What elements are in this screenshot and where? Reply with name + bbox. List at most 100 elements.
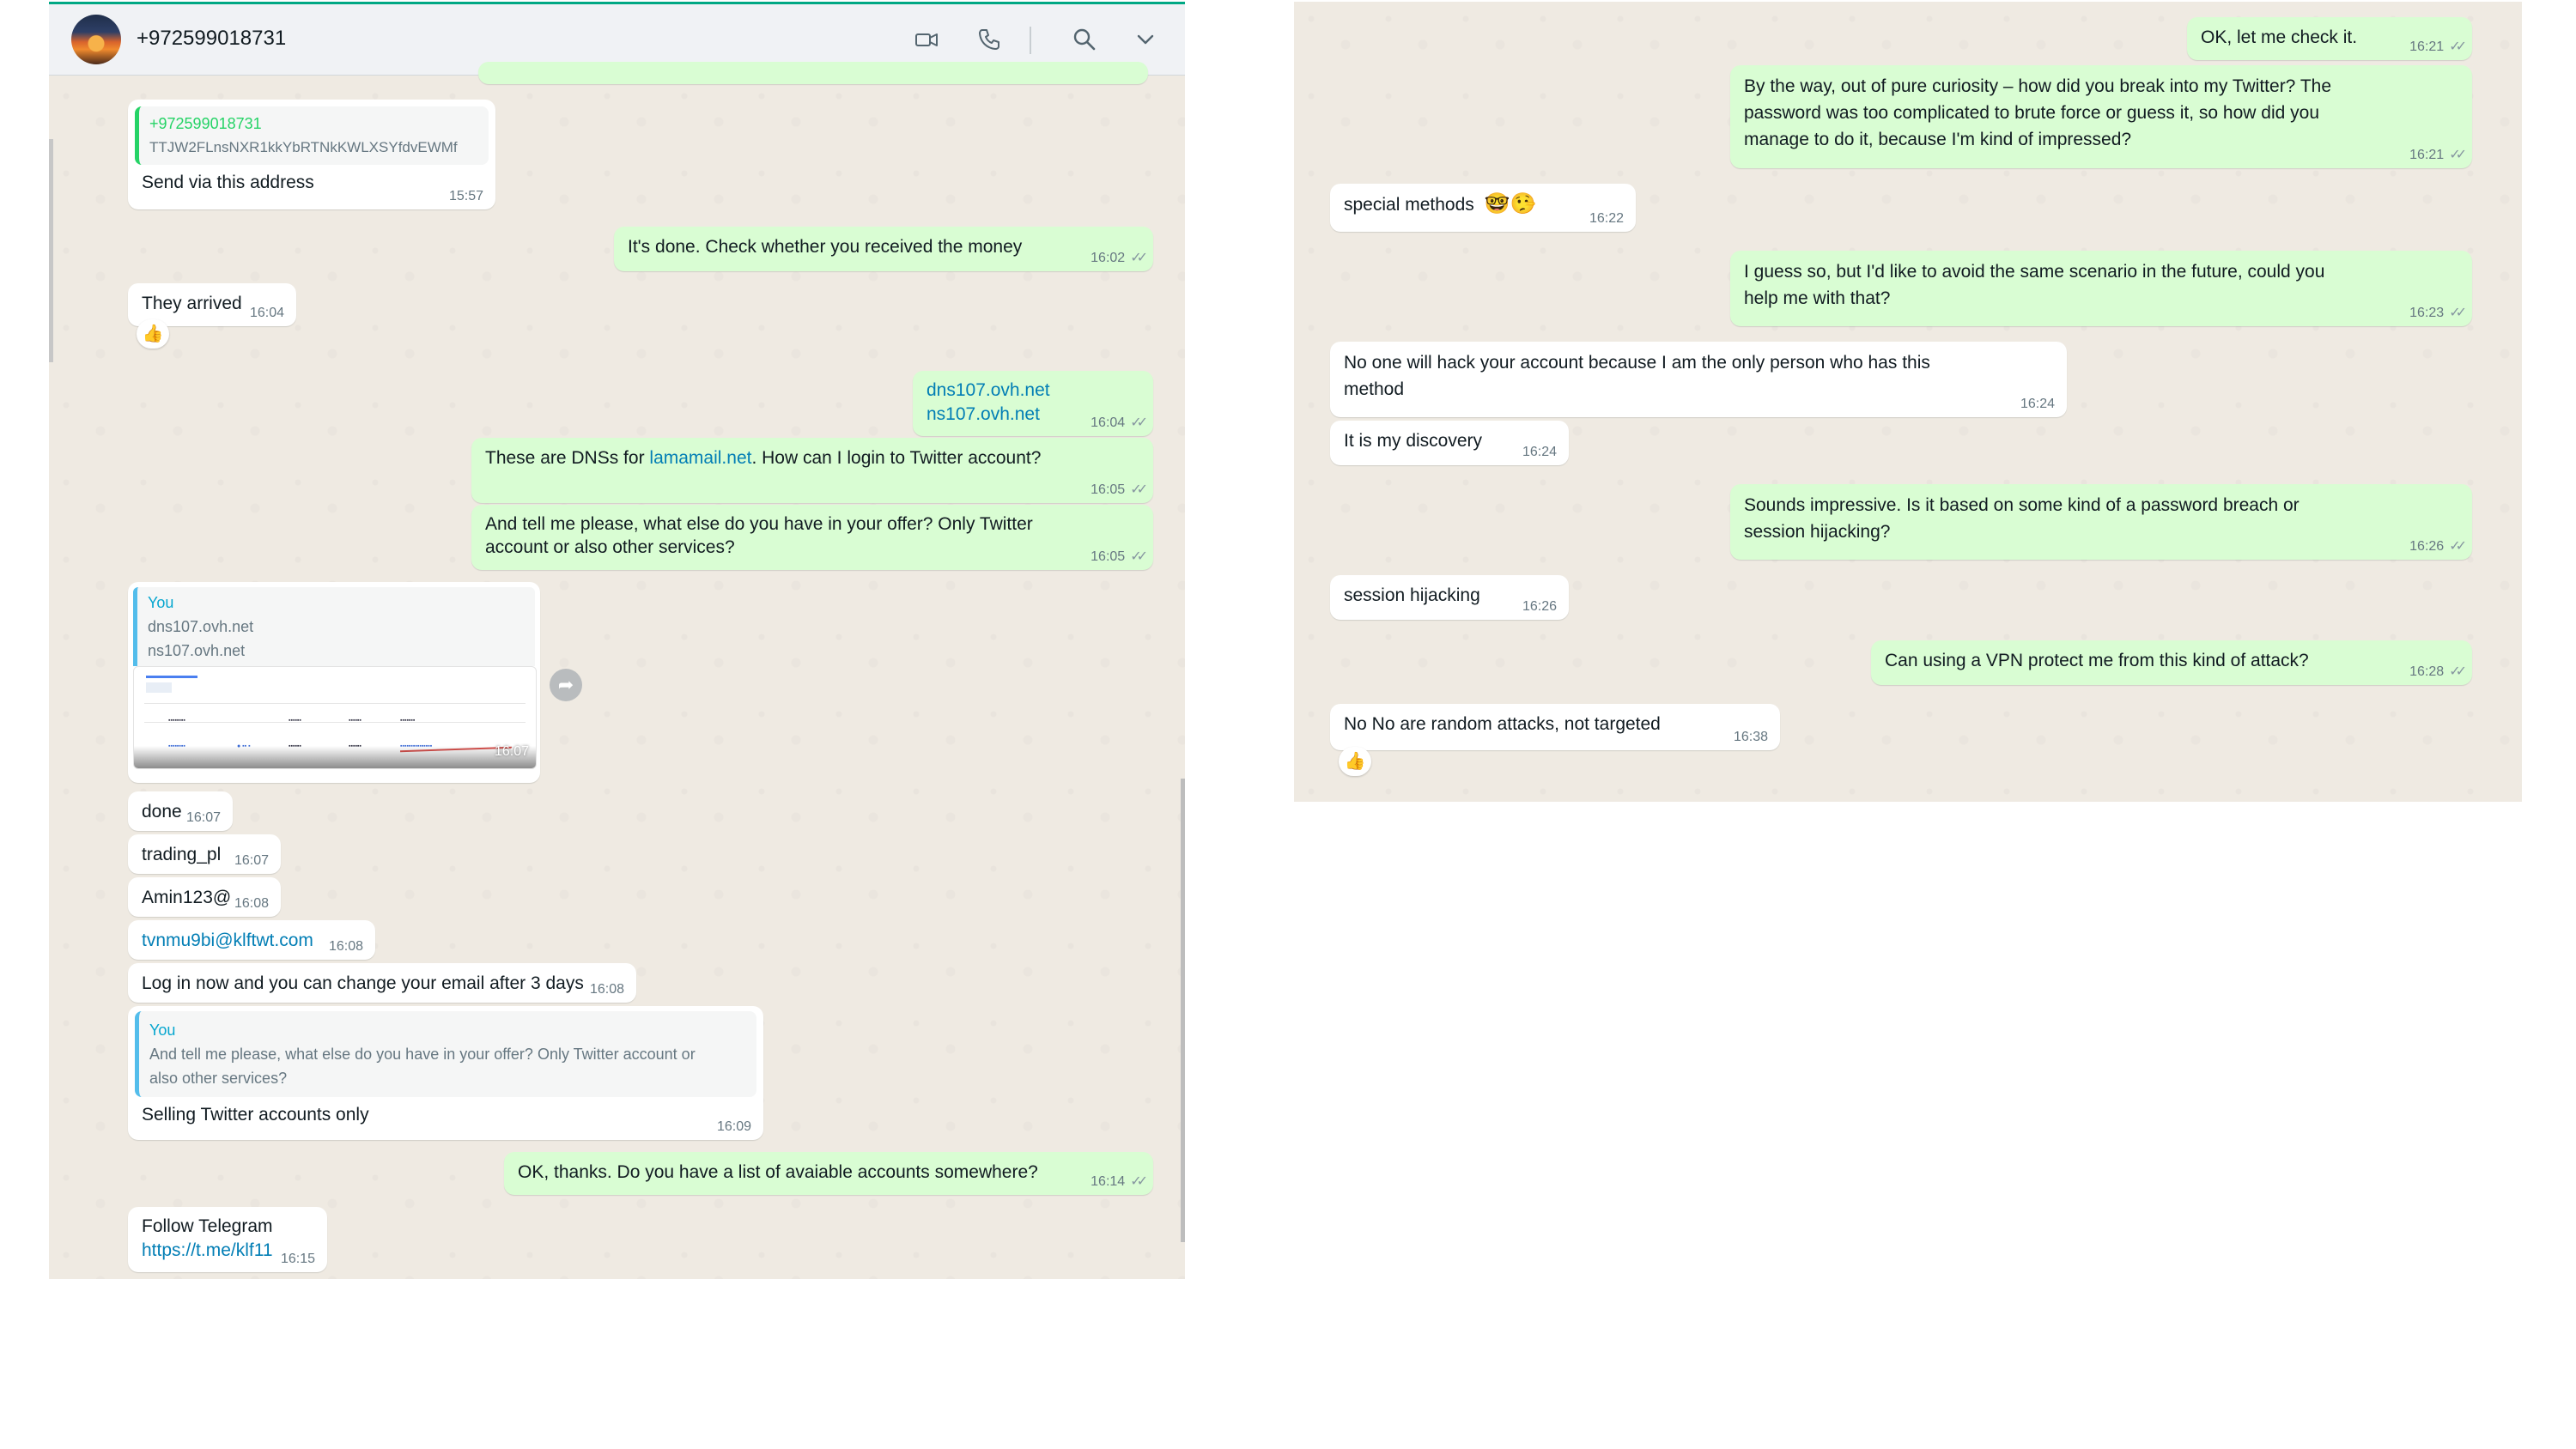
message-incoming[interactable]: trading_pl 16:07 [128,834,281,874]
message-text: Follow Telegram [142,1216,273,1236]
message-text: It is my discovery [1344,431,1483,451]
dns-link[interactable]: dns107.ovh.net [927,379,1139,403]
thumb-filter [146,682,172,693]
forward-arrow-icon[interactable]: ➦ [550,669,582,701]
chevron-down-icon[interactable] [1133,27,1158,52]
message-text: Amin123@ [142,888,232,907]
message-meta: 16:28 ✓✓ [2409,664,2467,680]
left-chat-panel: +972599018731 +972599018731 TTJW2FLnsNXR… [49,2,1185,1279]
message-text: trading_pl [142,845,222,864]
message-time: 16:28 [2409,664,2445,679]
quote-text: dns107.ovh.net [148,618,254,635]
message-time: 16:08 [589,982,624,997]
reaction-thumbs-up[interactable]: 👍 [1339,747,1371,776]
reaction-thumbs-up[interactable]: 👍 [137,319,169,349]
right-chat-panel: OK, let me check it. 16:21 ✓✓ By the way,… [1294,2,2522,802]
reply-quote[interactable]: +972599018731 TTJW2FLnsNXR1kkYbRTNkKWLXS… [135,106,489,165]
message-time: 16:26 [2409,539,2445,554]
phone-icon[interactable] [976,27,1002,52]
message-time: 16:07 [234,853,269,868]
message-outgoing[interactable]: OK, let me check it. 16:21 ✓✓ [2187,17,2472,60]
quote-sender: You [149,1022,176,1039]
double-check-icon: ✓✓ [1130,415,1148,430]
message-time: 16:09 [716,1119,751,1134]
message-outgoing[interactable]: OK, thanks. Do you have a list of avaiab… [504,1152,1153,1195]
message-incoming[interactable]: session hijacking 16:26 [1330,575,1569,620]
domain-link[interactable]: lamamail.net [649,448,751,468]
message-outgoing-partial[interactable] [478,62,1148,84]
header-divider [1030,27,1031,54]
contact-name[interactable]: +972599018731 [137,27,286,51]
message-time: 16:21 [2409,39,2445,54]
message-text: OK, thanks. Do you have a list of avaiab… [518,1162,1038,1182]
message-incoming[interactable]: You And tell me please, what else do you… [128,1006,763,1140]
message-incoming[interactable]: tvnmu9bi@klftwt.com 16:08 [128,920,375,960]
thumb-rule [144,703,526,704]
message-time: 16:08 [234,896,269,911]
message-outgoing[interactable]: These are DNSs for lamamail.net. How can… [471,438,1153,503]
message-outgoing[interactable]: By the way, out of pure curiosity – how … [1730,65,2472,168]
message-outgoing[interactable]: And tell me please, what else do you hav… [471,505,1153,570]
message-incoming[interactable]: done 16:07 [128,791,233,831]
quote-text: And tell me please, what else do you hav… [149,1046,696,1087]
quote-text: ns107.ovh.net [148,642,246,659]
message-time: 16:26 [1522,599,1557,614]
message-time: 16:14 [1091,1174,1126,1189]
message-incoming[interactable]: It is my discovery 16:24 [1330,421,1569,465]
double-check-icon: ✓✓ [2449,539,2467,554]
message-incoming-image[interactable]: You dns107.ovh.net ns107.ovh.net ▪▪▪▪▪▪▪… [128,582,540,783]
email-link[interactable]: tvnmu9bi@klftwt.com [142,931,313,950]
message-time: 16:07 [494,744,529,759]
avatar[interactable] [71,15,121,64]
message-outgoing[interactable]: Can using a VPN protect me from this kin… [1871,640,2472,685]
message-meta: 16:21 ✓✓ [2409,148,2467,163]
thumb-column-header: ▪▪▪▪▪▪▪▪ [168,718,185,724]
message-text: OK, let me check it. [2201,27,2358,47]
double-check-icon: ✓✓ [2449,306,2467,320]
message-time: 15:57 [448,189,483,203]
message-meta: 16:21 ✓✓ [2409,39,2467,55]
message-meta: 16:05 ✓✓ [1091,482,1148,498]
thumb-tab [146,676,197,678]
message-outgoing[interactable]: Sounds impressive. Is it based on some k… [1730,484,2472,560]
chat-scrollbar[interactable] [1181,779,1185,1242]
message-outgoing[interactable]: dns107.ovh.net ns107.ovh.net 16:04 ✓✓ [913,371,1153,436]
message-time: 16:15 [280,1252,315,1266]
message-text: It's done. Check whether you received th… [628,237,1023,257]
screenshot-thumbnail[interactable]: ▪▪▪▪▪▪▪▪ ▪▪▪▪▪▪ ▪▪▪▪▪▪ ▪▪▪▪▪▪▪ ▪▪▪▪▪▪▪▪ … [133,666,537,769]
message-meta: 16:23 ✓✓ [2409,306,2467,321]
message-time: 16:21 [2409,148,2445,162]
message-outgoing[interactable]: It's done. Check whether you received th… [614,227,1153,271]
quote-sender: You [148,594,174,611]
message-incoming[interactable]: Follow Telegram https://t.me/klf11 16:15 [128,1207,327,1272]
message-time: 16:24 [1522,445,1557,459]
double-check-icon: ✓✓ [1130,482,1148,497]
reply-quote[interactable]: You And tell me please, what else do you… [135,1011,756,1097]
message-time: 16:08 [328,939,363,954]
video-camera-icon[interactable] [914,27,939,52]
message-meta: 16:04 ✓✓ [1091,415,1148,431]
double-check-icon: ✓✓ [2449,148,2467,162]
message-meta: 16:02 ✓✓ [1091,251,1148,266]
left-edge-scrollbar[interactable] [49,139,53,362]
message-time: 16:02 [1091,251,1126,265]
search-icon[interactable] [1072,27,1097,52]
message-incoming[interactable]: No one will hack your account because I … [1330,342,2067,417]
message-time: 16:23 [2409,306,2445,320]
message-text: Send via this address [142,173,314,192]
message-time: 16:04 [1091,415,1126,430]
message-incoming[interactable]: No No are random attacks, not targeted 1… [1330,704,1780,750]
thumb-column-header: ▪▪▪▪▪▪ [349,718,361,724]
message-incoming[interactable]: +972599018731 TTJW2FLnsNXR1kkYbRTNkKWLXS… [128,100,495,209]
message-incoming[interactable]: special methods 🤓🤥 16:22 [1330,184,1636,232]
message-text: Log in now and you can change your email… [142,973,584,993]
message-text: Sounds impressive. Is it based on some k… [1744,495,2300,542]
reply-quote[interactable]: You dns107.ovh.net ns107.ovh.net [133,587,535,666]
message-time: 16:22 [1589,211,1624,226]
message-text: session hijacking [1344,585,1480,605]
message-incoming[interactable]: Log in now and you can change your email… [128,963,636,1003]
message-incoming[interactable]: Amin123@ 16:08 [128,877,281,917]
message-text: By the way, out of pure curiosity – how … [1744,76,2332,149]
message-outgoing[interactable]: I guess so, but I'd like to avoid the sa… [1730,251,2472,326]
thumb-column-header: ▪▪▪▪▪▪▪ [400,718,416,724]
